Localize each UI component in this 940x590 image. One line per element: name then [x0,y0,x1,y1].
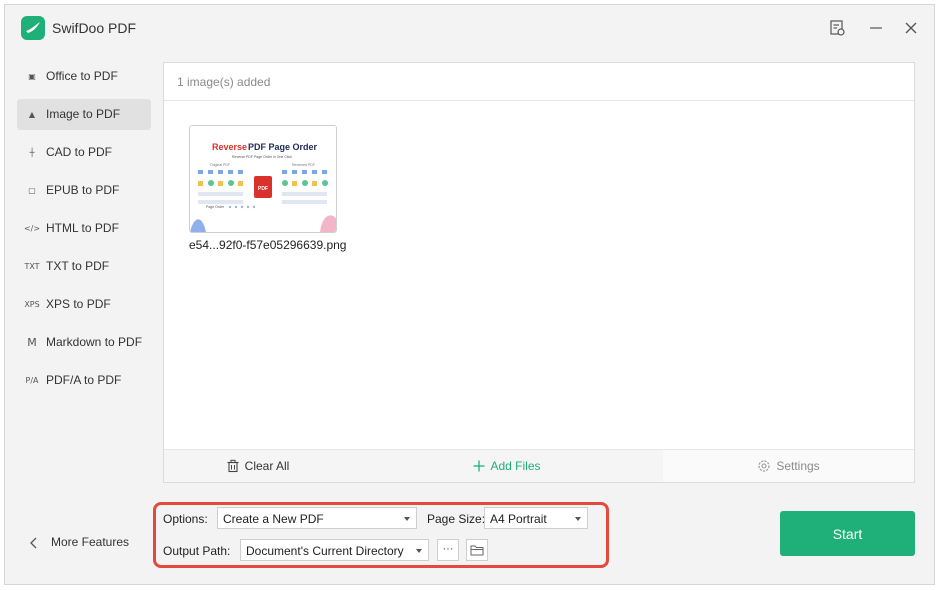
thumb-right-label: Reversed PDF [292,163,315,167]
clear-all-label: Clear All [244,459,290,473]
thumb-subtitle: Reverse PDF Page Order in One Click [232,155,292,159]
file-name: e54...92f0-f57e05296639.png [189,238,347,252]
thumb-title-red: Reverse [212,142,247,152]
options-label: Options: [163,512,208,526]
page-size-select[interactable]: A4 Portrait [484,507,588,529]
sidebar-item-label: TXT to PDF [46,259,110,273]
epub-icon: ▢ [28,185,36,195]
sidebar-item-pdfa-to-pdf[interactable]: P/A PDF/A to PDF [17,365,151,396]
sidebar-item-epub-to-pdf[interactable]: ▢ EPUB to PDF [17,175,151,206]
options-select[interactable]: Create a New PDF [217,507,417,529]
gear-icon [758,460,770,472]
page-size-label: Page Size: [427,512,486,526]
title-bar: SwifDoo PDF [5,5,934,51]
trash-icon [227,459,239,473]
plus-icon [473,460,485,472]
browse-folder-button[interactable] [466,539,488,561]
markdown-icon: M [27,335,37,349]
thumb-bottom-label: Page Order [206,205,225,209]
options-value: Create a New PDF [223,512,324,526]
file-thumbnail[interactable]: Reverse PDF Page Order Reverse PDF Page … [189,125,337,233]
settings-button[interactable]: Settings [663,450,914,482]
more-options-button[interactable]: ··· [437,539,459,561]
image-icon: ▲ [28,109,36,119]
chevron-down-icon [416,549,422,553]
sidebar-item-cad-to-pdf[interactable]: ┼ CAD to PDF [17,137,151,168]
sidebar-item-office-to-pdf[interactable]: ▣ Office to PDF [17,61,151,92]
output-path-value: Document's Current Directory [246,544,404,558]
ellipsis-icon: ··· [442,542,454,555]
sidebar-item-label: Markdown to PDF [46,335,143,349]
app-logo-icon [21,16,45,40]
task-list-icon[interactable] [826,17,848,39]
sidebar-item-label: CAD to PDF [46,145,113,159]
start-button[interactable]: Start [780,511,915,556]
html-icon: </> [23,223,41,233]
sidebar-item-label: EPUB to PDF [46,183,120,197]
close-icon[interactable] [900,17,922,39]
txt-icon: TXT [24,261,40,271]
sidebar-item-label: PDF/A to PDF [46,373,122,387]
minimize-icon[interactable] [865,17,887,39]
more-features-label: More Features [51,535,130,549]
app-title: SwifDoo PDF [52,20,137,36]
file-panel: 1 image(s) added Reverse PDF Page Order … [163,62,915,483]
sidebar-item-label: XPS to PDF [46,297,111,311]
output-path-select[interactable]: Document's Current Directory [240,539,429,561]
add-files-label: Add Files [490,459,541,473]
clear-all-button[interactable]: Clear All [164,450,351,482]
folder-icon [470,545,484,556]
sidebar-item-label: Image to PDF [46,107,121,121]
page-size-value: A4 Portrait [490,512,547,526]
chevron-down-icon [404,517,410,521]
sidebar-item-label: Office to PDF [46,69,118,83]
sidebar-item-label: HTML to PDF [46,221,119,235]
xps-icon: XPS [24,299,40,309]
sidebar-item-html-to-pdf[interactable]: </> HTML to PDF [17,213,151,244]
chevron-left-icon [30,537,37,549]
svg-text:PDF: PDF [258,186,268,192]
panel-header: 1 image(s) added [164,63,914,101]
settings-label: Settings [776,459,820,473]
panel-footer: Clear All Add Files Settings [164,449,914,482]
chevron-down-icon [575,517,581,521]
office-icon: ▣ [28,71,36,81]
output-path-label: Output Path: [163,544,231,558]
thumb-left-label: Original PDF [210,163,230,167]
image-count-text: 1 image(s) added [177,75,271,89]
sidebar-item-xps-to-pdf[interactable]: XPS XPS to PDF [17,289,151,320]
cad-icon: ┼ [29,147,35,157]
thumb-title-rest: PDF Page Order [248,142,318,152]
add-files-button[interactable]: Add Files [351,450,663,482]
pdfa-icon: P/A [25,375,39,385]
sidebar-item-markdown-to-pdf[interactable]: M Markdown to PDF [17,327,151,358]
sidebar-item-image-to-pdf[interactable]: ▲ Image to PDF [17,99,151,130]
sidebar-item-txt-to-pdf[interactable]: TXT TXT to PDF [17,251,151,282]
app-window: SwifDoo PDF ▣ Office to PDF ▲ Image to P… [4,4,935,585]
